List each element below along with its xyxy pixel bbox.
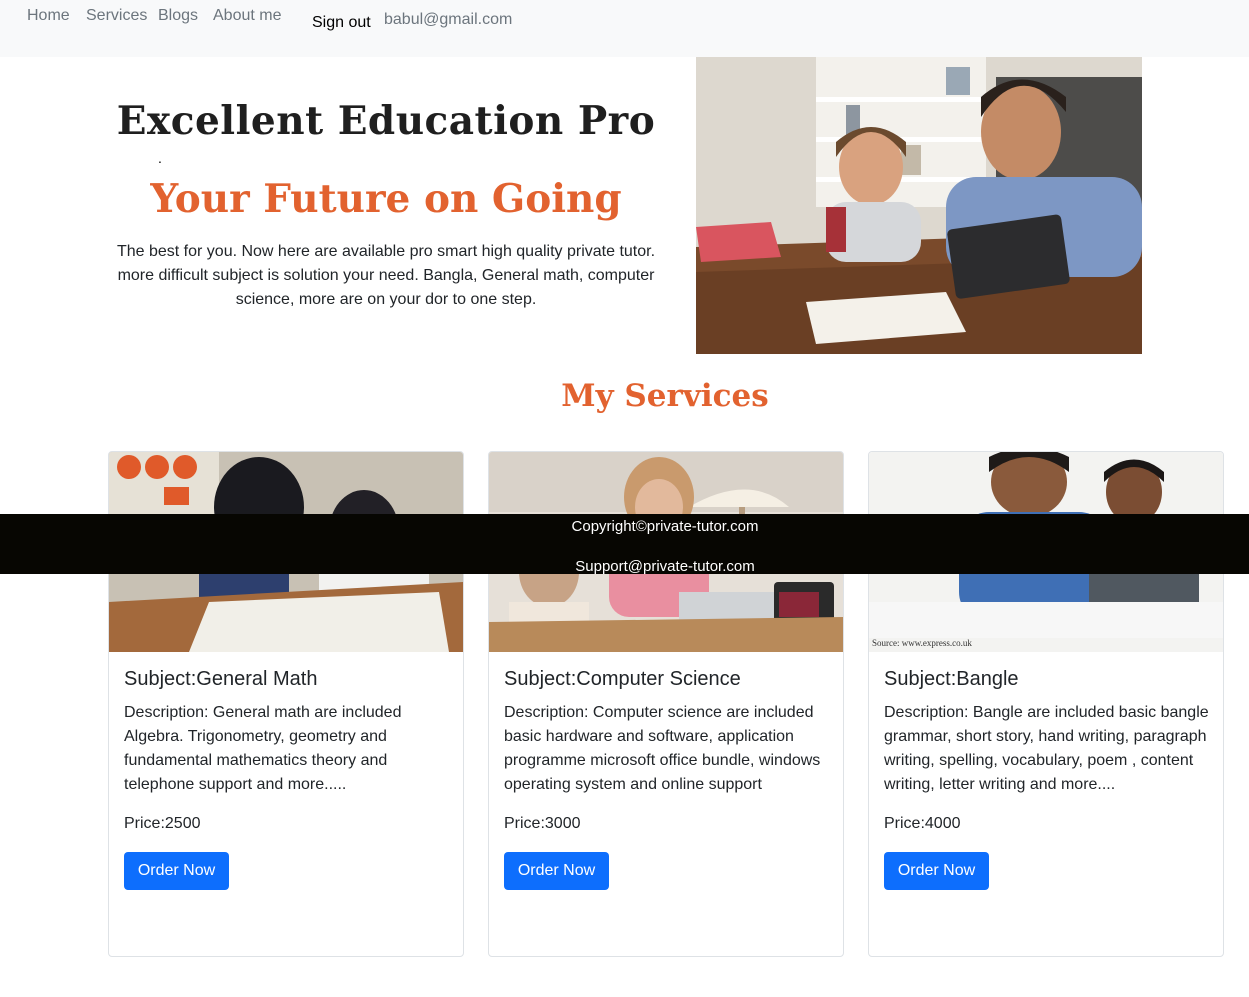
navbar: Home Services Blogs About me Sign out ba… bbox=[0, 0, 1249, 57]
order-now-button[interactable]: Order Now bbox=[504, 852, 609, 890]
card-description: Description: General math are included A… bbox=[124, 704, 402, 793]
card-title: Subject:General Math bbox=[124, 668, 318, 690]
hero-description: The best for you. Now here are available… bbox=[116, 243, 656, 308]
order-now-button[interactable]: Order Now bbox=[884, 852, 989, 890]
image-source-caption: Source: www.express.co.uk bbox=[872, 638, 972, 648]
hero-image bbox=[696, 57, 1142, 354]
footer: Copyright©private-tutor.com Support@priv… bbox=[0, 514, 1249, 575]
card-description: Description: Bangle are included basic b… bbox=[884, 704, 1209, 793]
hero-subtitle: Your Future on Going bbox=[150, 176, 622, 222]
nav-link-blogs[interactable]: Blogs bbox=[158, 7, 198, 25]
hero-photo-illustration bbox=[696, 57, 1142, 354]
order-now-button[interactable]: Order Now bbox=[124, 852, 229, 890]
card-title: Subject:Computer Science bbox=[504, 668, 741, 690]
sign-out-button[interactable]: Sign out bbox=[312, 14, 371, 32]
hero-title: Excellent Education Pro bbox=[116, 98, 656, 144]
services-heading: My Services bbox=[561, 378, 769, 414]
card-price: Price:2500 bbox=[124, 815, 201, 832]
nav-link-services[interactable]: Services bbox=[86, 7, 147, 25]
hero-dot: . bbox=[158, 150, 162, 166]
user-email: babul@gmail.com bbox=[384, 11, 513, 28]
card-description: Description: Computer science are includ… bbox=[504, 704, 821, 793]
nav-link-about[interactable]: About me bbox=[213, 7, 281, 25]
card-price: Price:3000 bbox=[504, 815, 581, 832]
footer-copyright: Copyright©private-tutor.com bbox=[571, 518, 759, 535]
footer-support: Support@private-tutor.com bbox=[575, 558, 755, 575]
nav-link-home[interactable]: Home bbox=[27, 7, 70, 25]
card-price: Price:4000 bbox=[884, 815, 961, 832]
card-title: Subject:Bangle bbox=[884, 668, 1019, 690]
